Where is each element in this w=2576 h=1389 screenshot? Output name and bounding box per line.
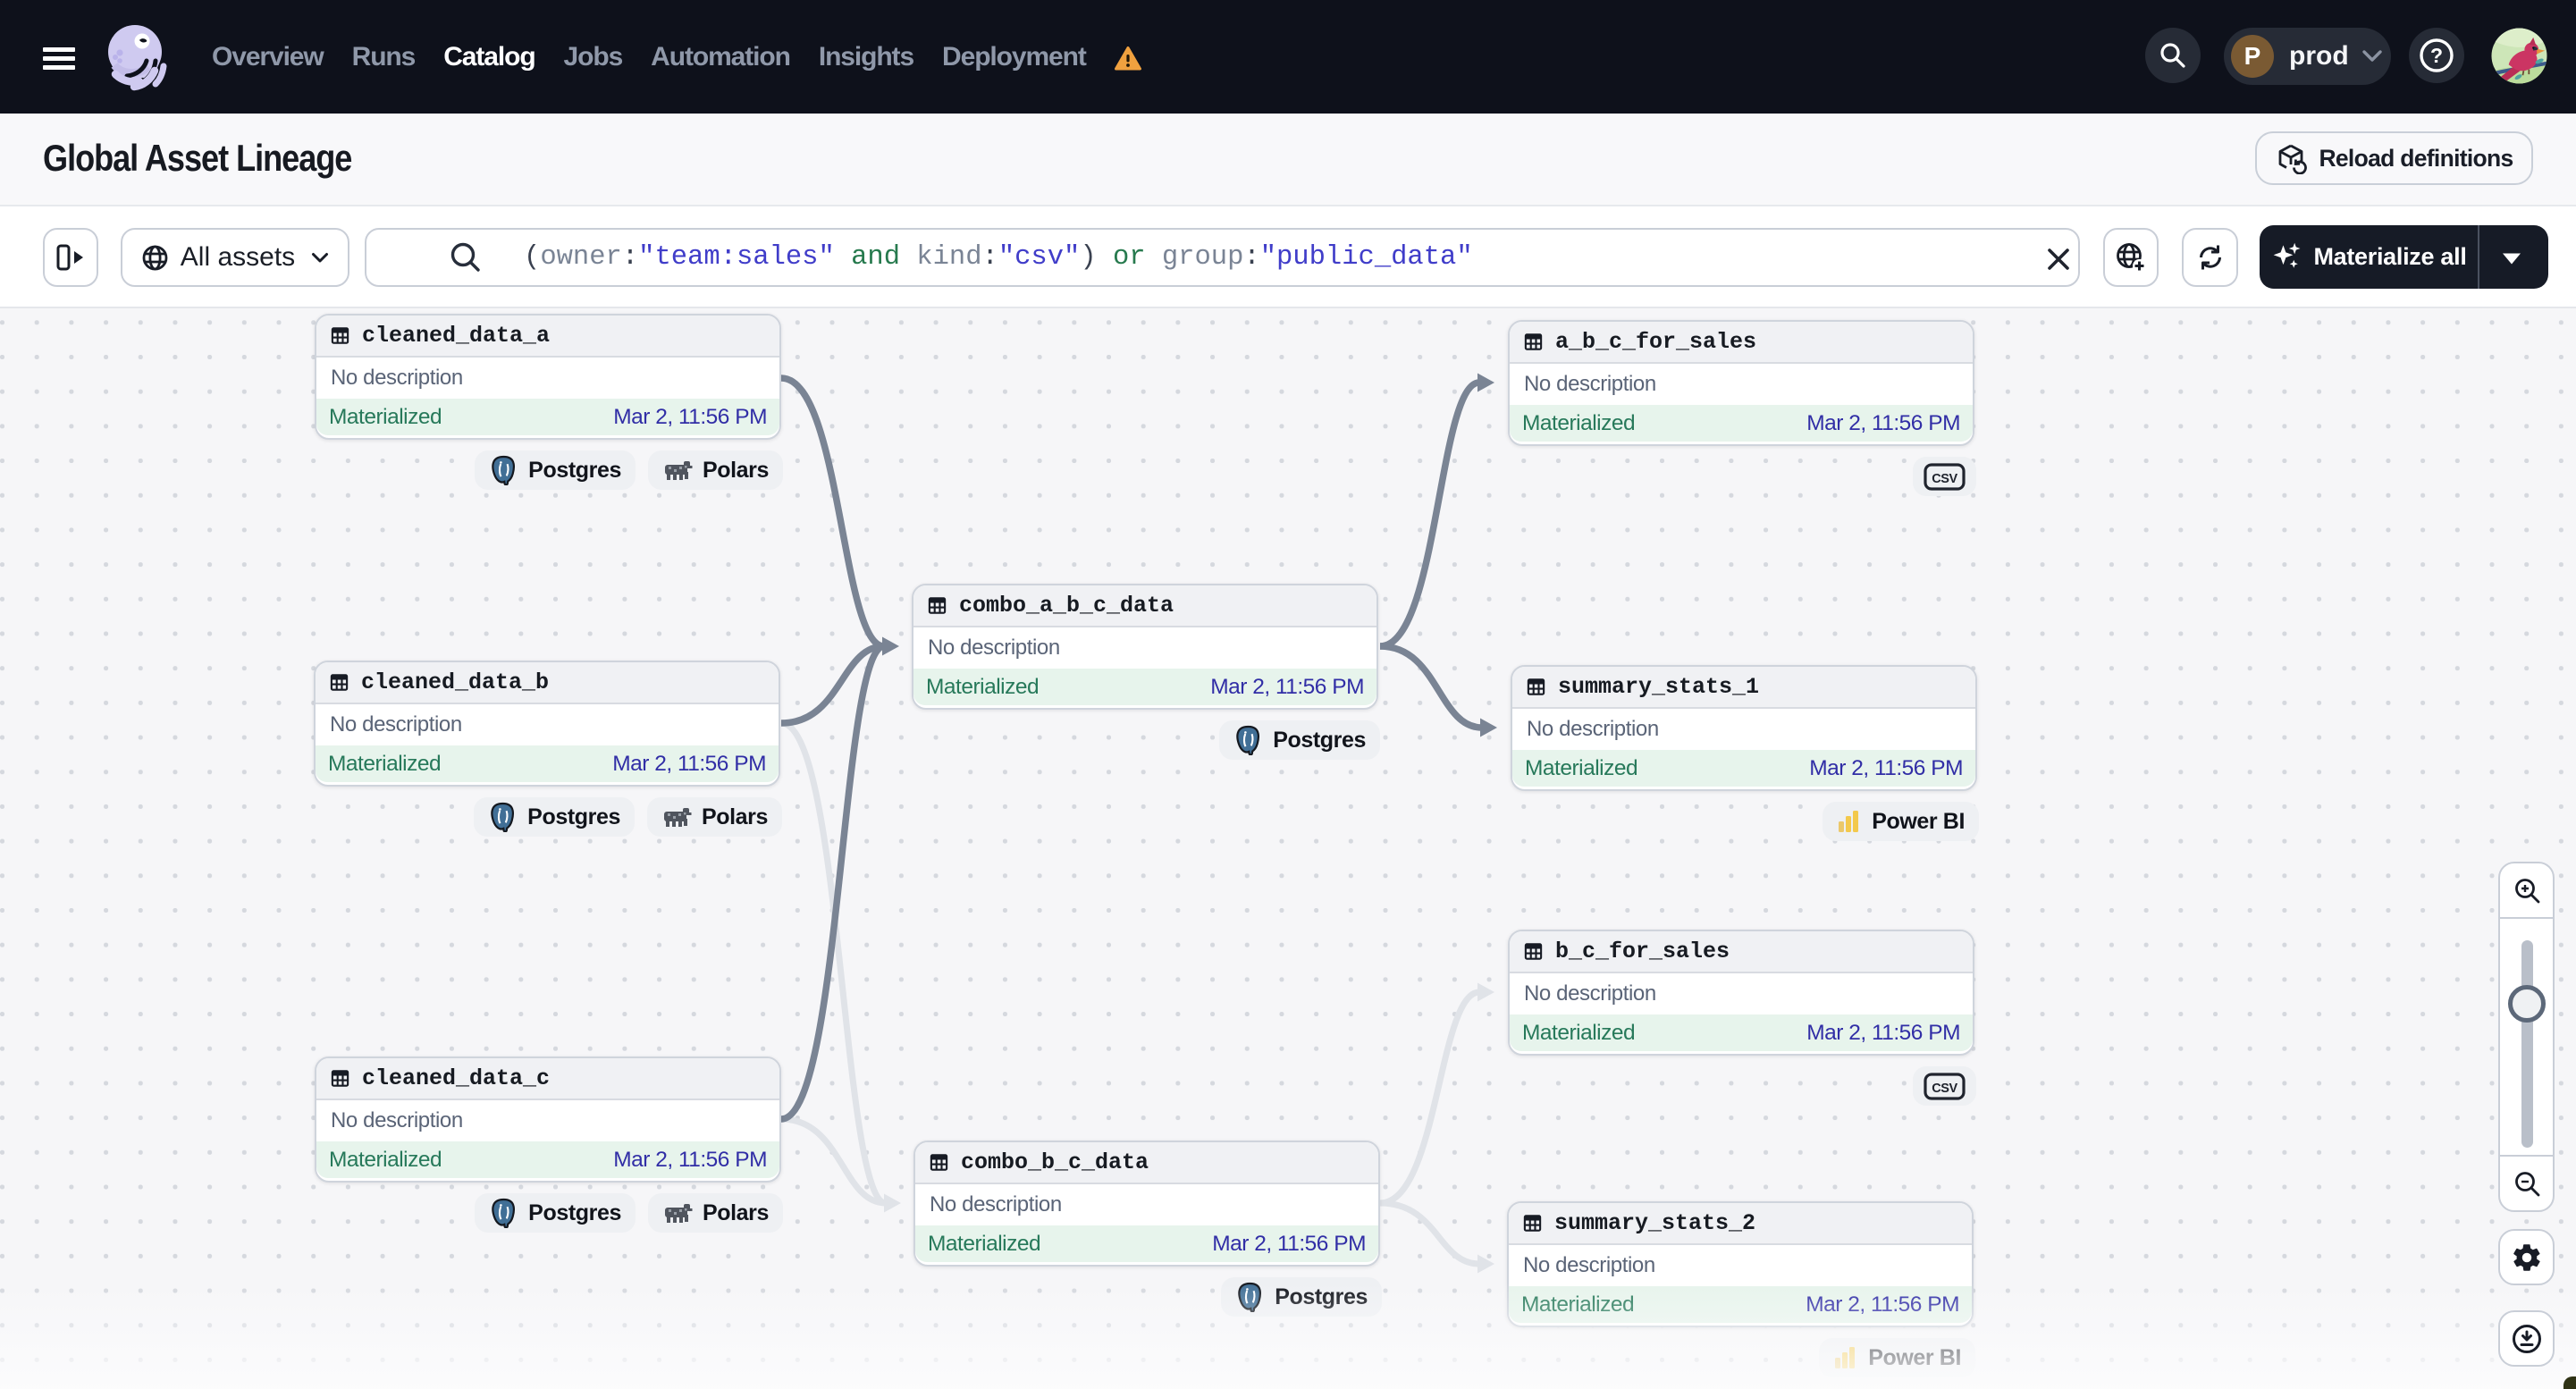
svg-text:?: ?: [2430, 44, 2443, 67]
svg-text:CSV: CSV: [1932, 1082, 1957, 1096]
svg-text:CSV: CSV: [1932, 472, 1957, 486]
